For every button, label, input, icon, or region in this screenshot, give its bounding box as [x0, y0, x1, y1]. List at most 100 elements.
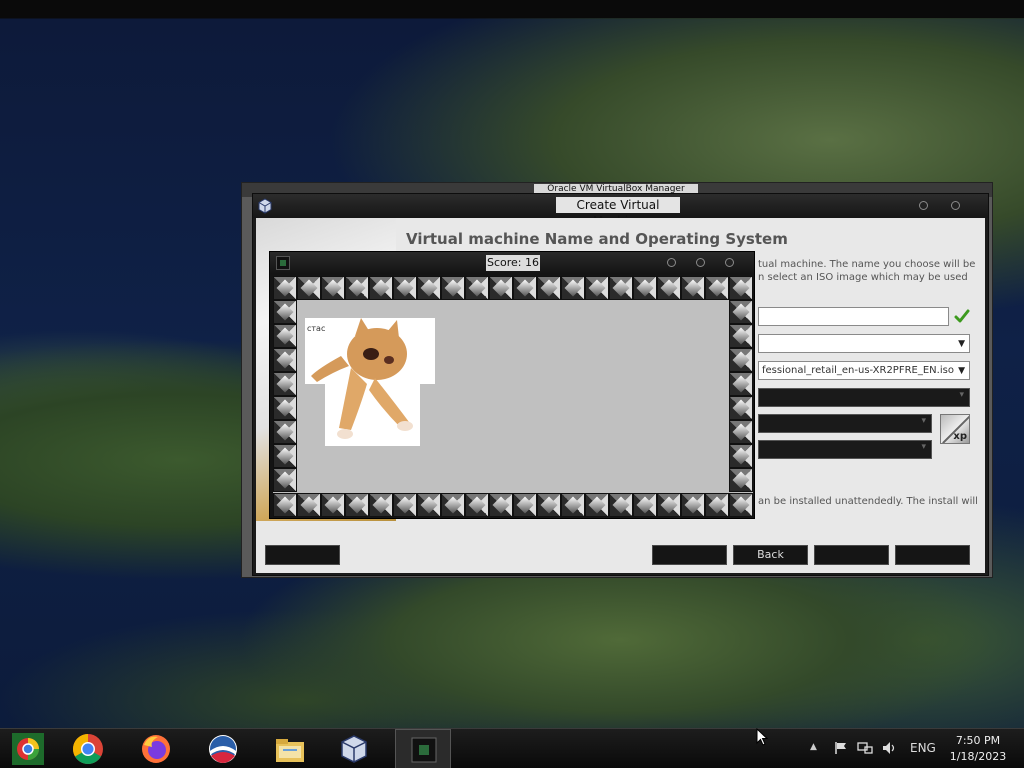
- border-stud-block: [729, 396, 753, 420]
- border-stud-block: [321, 493, 345, 517]
- language-indicator[interactable]: ENG: [910, 741, 936, 755]
- chevron-down-icon: ▼: [958, 366, 965, 376]
- iso-image-select[interactable]: fessional_retail_en-us-XR2PFRE_EN.iso ▼: [758, 361, 970, 380]
- cat-sprite[interactable]: стас: [305, 318, 435, 446]
- border-stud-block: [369, 276, 393, 300]
- border-stud-block: [729, 276, 753, 300]
- chevron-down-icon: ▼: [958, 339, 965, 349]
- border-stud-block: [681, 276, 705, 300]
- clock[interactable]: 7:50 PM 1/18/2023: [938, 733, 1018, 765]
- taskbar-chrome[interactable]: [60, 729, 116, 768]
- border-stud-block: [465, 493, 489, 517]
- taskbar-firefox[interactable]: [128, 729, 184, 768]
- border-stud-block: [273, 324, 297, 348]
- iso-image-value: fessional_retail_en-us-XR2PFRE_EN.iso: [762, 365, 954, 376]
- chevron-down-icon: ▾: [959, 390, 964, 400]
- border-stud-block: [273, 444, 297, 468]
- taskbar-virtualbox[interactable]: [326, 729, 382, 768]
- next-button[interactable]: [814, 545, 889, 565]
- border-stud-block: [393, 493, 417, 517]
- border-stud-block: [609, 493, 633, 517]
- border-stud-block: [561, 493, 585, 517]
- border-stud-block: [729, 324, 753, 348]
- border-stud-block: [273, 372, 297, 396]
- volume-icon[interactable]: [882, 741, 898, 755]
- border-stud-block: [273, 276, 297, 300]
- game-close-button[interactable]: [725, 258, 734, 267]
- border-stud-block: [537, 276, 561, 300]
- close-button[interactable]: [951, 201, 960, 210]
- border-stud-block: [681, 493, 705, 517]
- expert-mode-button[interactable]: [652, 545, 727, 565]
- vm-name-input[interactable]: [758, 307, 949, 326]
- border-stud-block: [537, 493, 561, 517]
- version-select[interactable]: ▾: [758, 440, 932, 459]
- taskbar-obama-logo[interactable]: [195, 729, 251, 768]
- create-vm-title: Create Virtual Machine: [556, 197, 680, 228]
- border-stud-block: [273, 468, 297, 492]
- border-stud-block: [489, 493, 513, 517]
- taskbar: ▲ ENG 7:50 PM 1/18/2023: [0, 728, 1024, 768]
- action-center-flag-icon[interactable]: [834, 741, 848, 755]
- page-heading: Virtual machine Name and Operating Syste…: [406, 230, 788, 248]
- taskbar-file-explorer[interactable]: [262, 729, 318, 768]
- start-button[interactable]: [0, 729, 56, 768]
- network-icon[interactable]: [857, 741, 873, 755]
- clock-time: 7:50 PM: [955, 734, 1001, 747]
- border-stud-block: [633, 493, 657, 517]
- taskbar-game[interactable]: [395, 729, 451, 768]
- border-stud-block: [489, 276, 513, 300]
- border-stud-block: [273, 493, 297, 517]
- create-vm-titlebar[interactable]: Create Virtual Machine: [253, 194, 988, 228]
- border-stud-block: [321, 276, 345, 300]
- mouse-cursor-icon: [756, 728, 768, 746]
- border-stud-block: [729, 300, 753, 324]
- game-window[interactable]: Score: 16 стас: [269, 251, 755, 519]
- border-stud-block: [729, 444, 753, 468]
- vm-folder-select[interactable]: ▼: [758, 334, 970, 353]
- chrome-icon: [72, 734, 103, 765]
- border-stud-block: [297, 276, 321, 300]
- border-stud-block: [345, 276, 369, 300]
- border-stud-block: [465, 276, 489, 300]
- border-stud-block: [729, 468, 753, 492]
- score-label: Score: 16: [486, 255, 540, 271]
- virtualbox-cube-icon: [258, 198, 272, 214]
- back-button[interactable]: Back: [733, 545, 808, 565]
- border-stud-block: [633, 276, 657, 300]
- game-minimize-button[interactable]: [667, 258, 676, 267]
- obama-logo-icon: [209, 735, 237, 763]
- unattended-install-note: an be installed unattendedly. The instal…: [758, 496, 978, 507]
- game-titlebar[interactable]: Score: 16: [270, 252, 754, 274]
- border-stud-block: [705, 493, 729, 517]
- top-screen-bar: [0, 0, 1024, 18]
- border-stud-block: [729, 348, 753, 372]
- type-select[interactable]: ▾: [758, 414, 932, 433]
- chevron-down-icon: ▾: [921, 416, 926, 426]
- game-play-area[interactable]: стас: [273, 276, 753, 517]
- show-hidden-icons-icon[interactable]: ▲: [810, 742, 817, 752]
- minimize-button[interactable]: [919, 201, 928, 210]
- dialog-button-bar: Back: [256, 538, 985, 573]
- border-stud-block: [657, 493, 681, 517]
- border-stud-block: [273, 420, 297, 444]
- border-stud-block: [441, 493, 465, 517]
- border-stud-block: [441, 276, 465, 300]
- cancel-button[interactable]: [895, 545, 970, 565]
- file-explorer-icon: [276, 739, 304, 762]
- border-stud-block: [513, 493, 537, 517]
- border-stud-block: [729, 372, 753, 396]
- chevron-down-icon: ▾: [921, 442, 926, 452]
- border-stud-block: [705, 276, 729, 300]
- game-maximize-button[interactable]: [696, 258, 705, 267]
- border-stud-block: [609, 276, 633, 300]
- border-stud-block: [417, 493, 441, 517]
- valid-check-icon: [954, 309, 970, 323]
- border-stud-block: [273, 348, 297, 372]
- os-badge-label: xp: [953, 431, 967, 442]
- page-description: tual machine. The name you choose will b…: [758, 259, 976, 283]
- edition-select[interactable]: ▾: [758, 388, 970, 407]
- border-stud-block: [273, 300, 297, 324]
- virtualbox-icon: [341, 735, 367, 763]
- help-button[interactable]: [265, 545, 340, 565]
